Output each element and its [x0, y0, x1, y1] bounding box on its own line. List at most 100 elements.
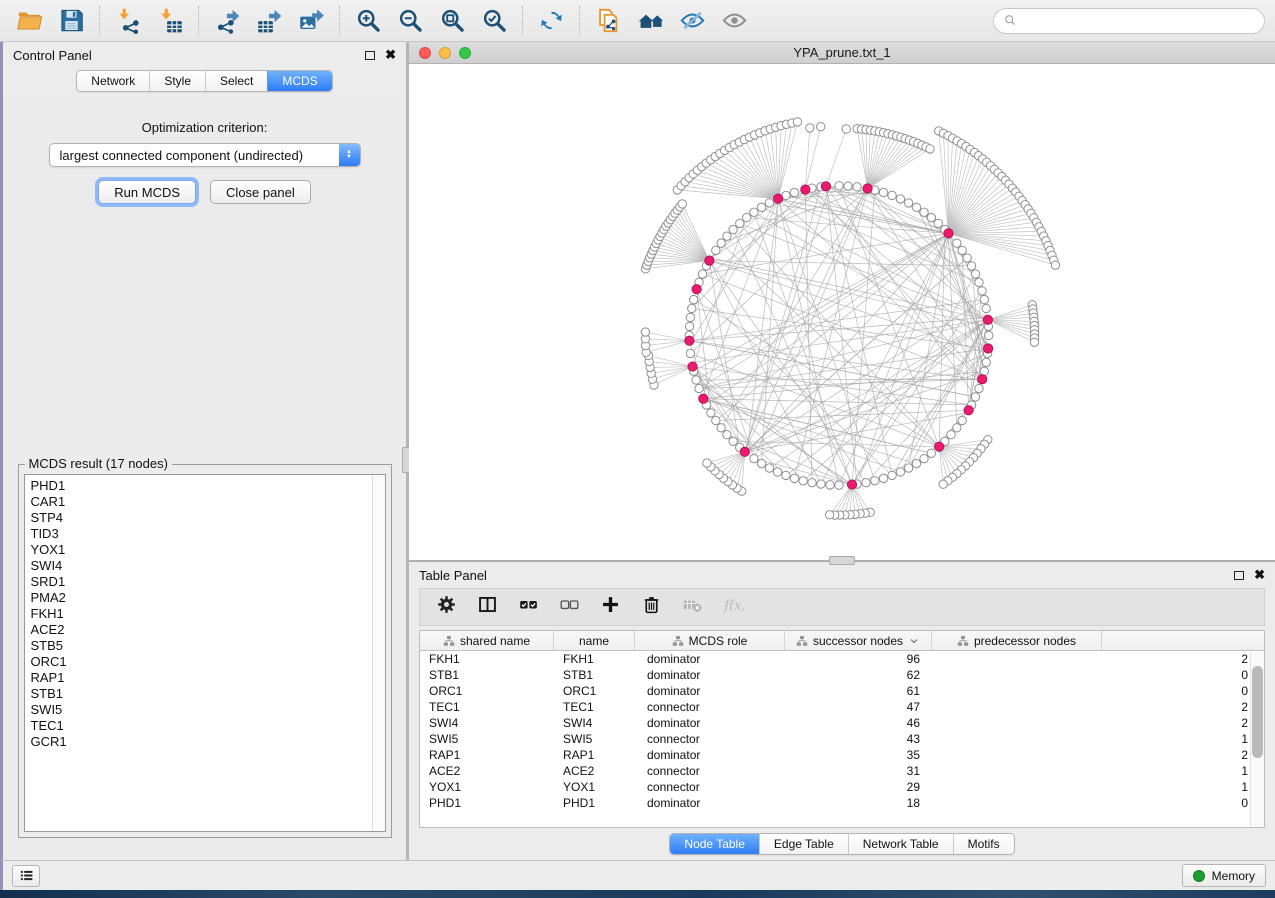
network-node[interactable] [750, 208, 758, 216]
search-input[interactable] [1024, 13, 1255, 29]
table-scrollbar-thumb[interactable] [1252, 666, 1263, 758]
cell[interactable]: 0 [932, 684, 1264, 698]
mcds-hub-node[interactable] [688, 362, 697, 371]
cell[interactable]: dominator [635, 716, 785, 730]
delete-row-button[interactable] [641, 594, 662, 620]
mcds-hub-node[interactable] [983, 315, 992, 324]
search-box[interactable] [993, 8, 1265, 34]
network-node[interactable] [825, 511, 833, 519]
network-node[interactable] [826, 481, 834, 489]
cell[interactable]: 29 [785, 780, 932, 794]
mcds-hub-node[interactable] [801, 185, 810, 194]
close-table-panel-icon[interactable]: ✖ [1254, 570, 1265, 580]
table-row[interactable]: TEC1TEC1connector472 [420, 699, 1264, 715]
network-node[interactable] [926, 145, 934, 153]
network-node[interactable] [729, 437, 737, 445]
cell[interactable]: dominator [635, 668, 785, 682]
network-node[interactable] [835, 182, 843, 190]
network-node[interactable] [982, 304, 990, 312]
cell[interactable]: 1 [932, 732, 1264, 746]
network-node[interactable] [842, 125, 850, 133]
table-row[interactable]: SWI4SWI4dominator462 [420, 715, 1264, 731]
table-row[interactable]: STB1STB1dominator620 [420, 667, 1264, 683]
cell[interactable]: SWI4 [420, 716, 554, 730]
network-node[interactable] [790, 474, 798, 482]
network-node[interactable] [947, 431, 955, 439]
network-node[interactable] [729, 225, 737, 233]
table-row[interactable]: PHD1PHD1dominator180 [420, 795, 1264, 811]
network-node[interactable] [975, 384, 983, 392]
memory-button[interactable]: Memory [1182, 864, 1266, 887]
network-node[interactable] [853, 183, 861, 191]
network-node[interactable] [1051, 261, 1059, 269]
close-window-icon[interactable] [419, 47, 431, 59]
cell[interactable]: ACE2 [554, 764, 635, 778]
zoom-out-button[interactable] [391, 5, 429, 37]
home-button[interactable] [631, 5, 669, 37]
network-node[interactable] [971, 270, 979, 278]
network-node[interactable] [862, 479, 870, 487]
network-node[interactable] [896, 195, 904, 203]
network-node[interactable] [888, 191, 896, 199]
zoom-fit-button[interactable] [433, 5, 471, 37]
tab-network-table[interactable]: Network Table [848, 834, 953, 854]
hide-selected-button[interactable] [673, 5, 711, 37]
column-header-successor-nodes[interactable]: successor nodes [785, 631, 932, 650]
network-node[interactable] [904, 199, 912, 207]
maximize-window-icon[interactable] [459, 47, 471, 59]
network-node[interactable] [927, 213, 935, 221]
result-list-item[interactable]: PHD1 [31, 478, 372, 494]
network-node[interactable] [980, 295, 988, 303]
refresh-button[interactable] [532, 5, 570, 37]
mcds-hub-node[interactable] [740, 447, 749, 456]
cell[interactable]: 1 [932, 764, 1264, 778]
close-panel-icon[interactable]: ✖ [385, 50, 396, 60]
mcds-hub-node[interactable] [773, 194, 782, 203]
network-node[interactable] [958, 246, 966, 254]
zoom-in-button[interactable] [349, 5, 387, 37]
cell[interactable]: connector [635, 780, 785, 794]
network-canvas[interactable] [409, 64, 1275, 560]
cell[interactable]: 0 [932, 796, 1264, 810]
table-row[interactable]: ORC1ORC1dominator610 [420, 683, 1264, 699]
cell[interactable]: SWI4 [554, 716, 635, 730]
network-node[interactable] [686, 313, 694, 321]
columns-button[interactable] [477, 594, 498, 620]
import-network-button[interactable] [109, 5, 147, 37]
network-node[interactable] [641, 328, 649, 336]
cell[interactable]: dominator [635, 796, 785, 810]
network-node[interactable] [1030, 338, 1038, 346]
mcds-hub-node[interactable] [705, 256, 714, 265]
cell[interactable]: 31 [785, 764, 932, 778]
show-all-button[interactable] [715, 5, 753, 37]
network-node[interactable] [712, 246, 720, 254]
network-node[interactable] [742, 213, 750, 221]
network-node[interactable] [723, 232, 731, 240]
result-list-item[interactable]: ORC1 [31, 654, 372, 670]
cell[interactable]: FKH1 [420, 652, 554, 666]
network-node[interactable] [723, 431, 731, 439]
result-list-item[interactable]: PMA2 [31, 590, 372, 606]
export-network-button[interactable] [208, 5, 246, 37]
tab-select[interactable]: Select [205, 71, 267, 91]
network-node[interactable] [967, 262, 975, 270]
result-list-scrollbar[interactable] [372, 475, 385, 831]
cell[interactable]: 43 [785, 732, 932, 746]
cell[interactable]: FKH1 [554, 652, 635, 666]
result-list-item[interactable]: SWI4 [31, 558, 372, 574]
result-list-item[interactable]: TEC1 [31, 718, 372, 734]
network-node[interactable] [934, 219, 942, 227]
column-header-name[interactable]: name [554, 631, 635, 650]
table-row[interactable]: FKH1FKH1dominator962 [420, 651, 1264, 667]
table-row[interactable]: RAP1RAP1dominator352 [420, 747, 1264, 763]
cell[interactable]: 46 [785, 716, 932, 730]
network-node[interactable] [817, 480, 825, 488]
cell[interactable]: dominator [635, 652, 785, 666]
tab-mcds[interactable]: MCDS [267, 71, 331, 91]
network-node[interactable] [920, 454, 928, 462]
network-node[interactable] [757, 203, 765, 211]
tab-node-table[interactable]: Node Table [670, 834, 759, 854]
network-node[interactable] [808, 479, 816, 487]
network-node[interactable] [844, 182, 852, 190]
open-button[interactable] [10, 5, 48, 37]
